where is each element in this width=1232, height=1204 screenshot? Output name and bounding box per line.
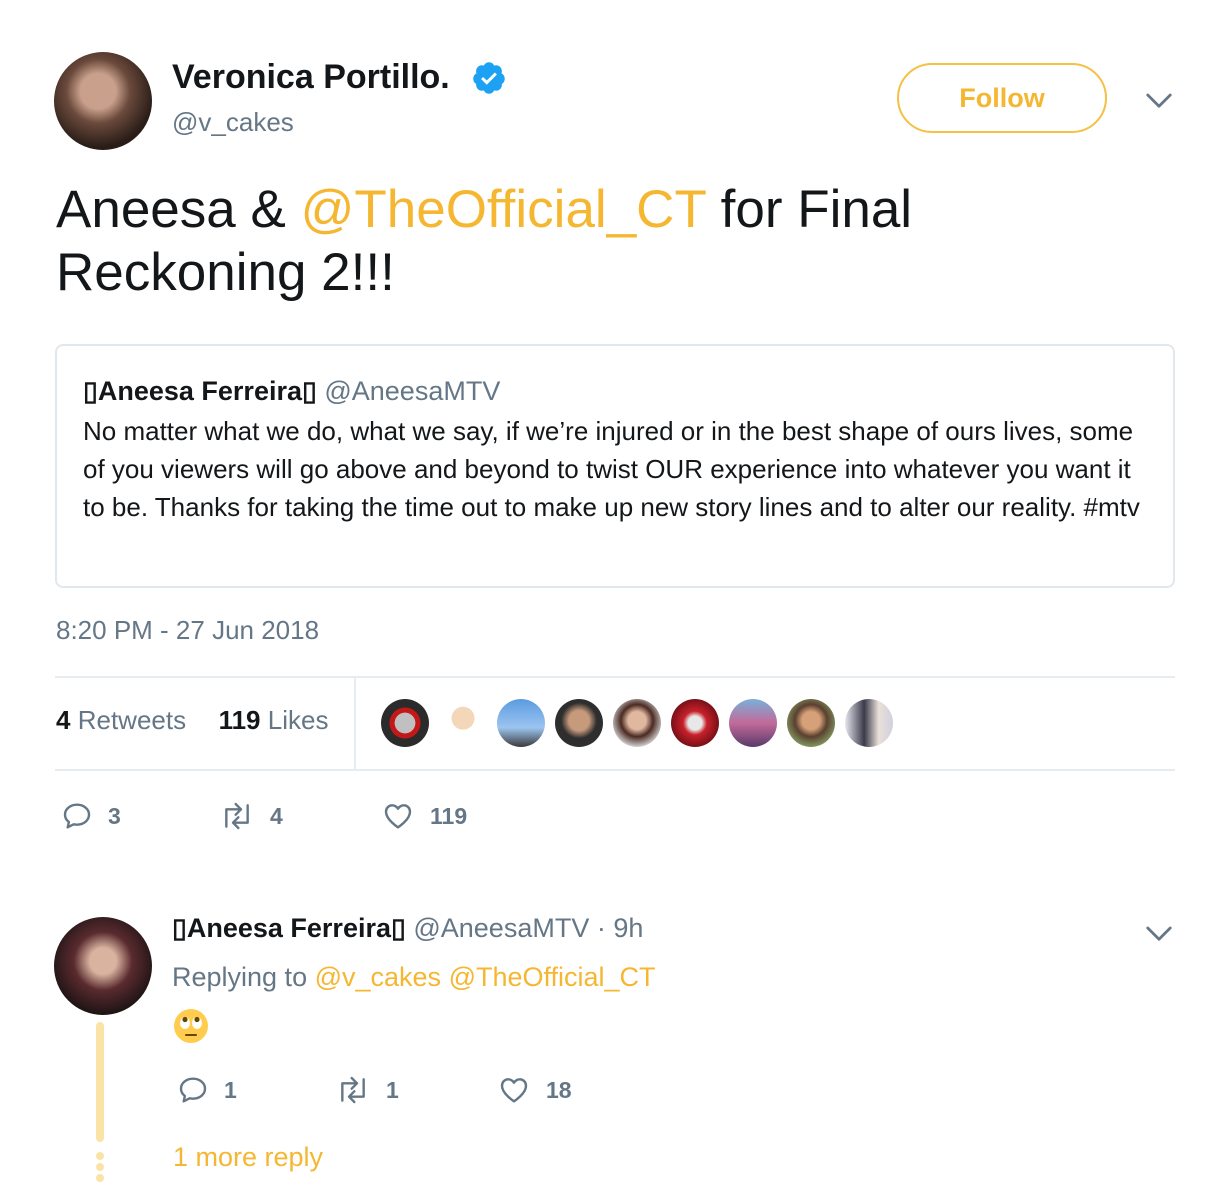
tweet-text-part: Aneesa & [56, 180, 301, 239]
author-avatar[interactable] [54, 52, 152, 150]
reply-action[interactable]: 1 [176, 1074, 237, 1106]
heart-icon [500, 1078, 528, 1103]
reply-count: 1 [224, 1076, 237, 1103]
replying-to-label: Replying to [172, 962, 315, 992]
separator: · [589, 913, 614, 943]
more-replies-link[interactable]: 1 more reply [173, 1142, 323, 1173]
quoted-author-handle: @AneesaMTV [324, 376, 501, 406]
liker-avatar[interactable] [729, 699, 777, 747]
liker-avatar[interactable] [381, 699, 429, 747]
tweet-text: Aneesa & @TheOfficial_CT for Final Recko… [56, 178, 1156, 304]
liker-avatar[interactable] [613, 699, 661, 747]
reply-author-handle: @AneesaMTV [413, 913, 590, 943]
divider [354, 677, 356, 770]
likes-stat[interactable]: 119 Likes [219, 705, 329, 735]
thread-line [96, 1022, 104, 1142]
follow-button[interactable]: Follow [897, 63, 1107, 133]
retweets-count: 4 [56, 705, 71, 735]
liker-avatar[interactable] [671, 699, 719, 747]
mention-link[interactable]: @TheOfficial_CT [449, 962, 656, 992]
mention-link[interactable]: @TheOfficial_CT [301, 180, 706, 239]
like-action[interactable]: 119 [380, 800, 467, 832]
retweets-stat[interactable]: 4 Retweets [56, 705, 186, 735]
retweet-icon [225, 802, 249, 830]
reply-time[interactable]: 9h [613, 913, 643, 943]
liker-avatar[interactable] [497, 699, 545, 747]
chevron-down-icon[interactable] [1144, 918, 1174, 948]
retweet-action[interactable]: 4 [218, 800, 283, 832]
heart-icon [384, 804, 412, 829]
rolling-eyes-emoji-icon [174, 1009, 208, 1043]
thread-dot [96, 1163, 104, 1171]
divider [55, 676, 1175, 678]
retweet-count: 1 [386, 1076, 399, 1103]
likes-label: Likes [267, 705, 329, 735]
liker-avatar[interactable] [845, 699, 893, 747]
divider [55, 769, 1175, 771]
reply-author-avatar[interactable] [54, 917, 152, 1015]
tweet-timestamp[interactable]: 8:20 PM - 27 Jun 2018 [56, 615, 319, 646]
liker-avatar[interactable] [439, 699, 487, 747]
reply-action[interactable]: 3 [60, 800, 121, 832]
like-count: 119 [430, 802, 468, 829]
likes-count: 119 [218, 705, 261, 735]
retweet-action[interactable]: 1 [334, 1074, 399, 1106]
quoted-author[interactable]: ▯Aneesa Ferreira▯ @AneesaMTV [83, 376, 500, 407]
quoted-tweet-text: No matter what we do, what we say, if we… [83, 416, 1140, 522]
like-count: 18 [546, 1076, 572, 1103]
liker-avatar[interactable] [555, 699, 603, 747]
quoted-author-name: ▯Aneesa Ferreira▯ [83, 376, 317, 406]
tweet-stats: 4 Retweets 119 Likes [56, 705, 328, 736]
chevron-down-icon[interactable] [1144, 85, 1174, 115]
reply-icon [179, 1077, 207, 1103]
reply-author[interactable]: ▯Aneesa Ferreira▯ @AneesaMTV · 9h [172, 913, 643, 944]
verified-badge-icon [473, 62, 505, 94]
reply-count: 3 [108, 802, 121, 829]
retweets-label: Retweets [77, 705, 187, 735]
thread-dot [96, 1152, 104, 1160]
thread-dot [96, 1174, 104, 1182]
reply-icon [63, 803, 91, 829]
retweet-count: 4 [270, 802, 283, 829]
mention-link[interactable]: @v_cakes [315, 962, 441, 992]
retweet-icon [341, 1076, 365, 1104]
quoted-tweet[interactable]: ▯Aneesa Ferreira▯ @AneesaMTV No matter w… [55, 344, 1175, 588]
author-display-name[interactable]: Veronica Portillo. [172, 58, 450, 97]
reply-author-name: ▯Aneesa Ferreira▯ [172, 913, 406, 943]
replying-to: Replying to @v_cakes @TheOfficial_CT [172, 962, 656, 993]
like-action[interactable]: 18 [496, 1074, 572, 1106]
liker-avatar[interactable] [787, 699, 835, 747]
author-handle[interactable]: @v_cakes [172, 107, 294, 138]
